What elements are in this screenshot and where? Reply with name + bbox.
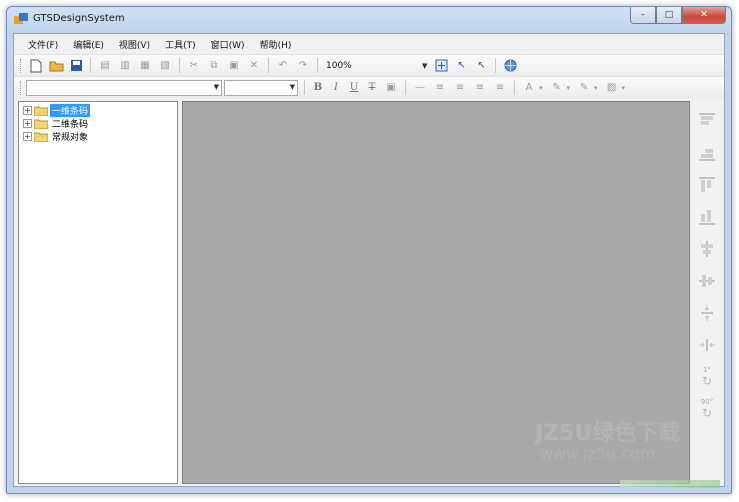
watermark-url: www.jz5u.com bbox=[540, 444, 656, 463]
folder-icon bbox=[34, 119, 48, 129]
window-title: GTSDesignSystem bbox=[33, 13, 125, 24]
toolbar-separator bbox=[268, 58, 269, 73]
rotate-icon: ↻ bbox=[701, 406, 713, 420]
toolbar-separator bbox=[179, 58, 180, 73]
align-left-icon[interactable]: ≡ bbox=[432, 80, 448, 96]
align-left-edge-icon[interactable] bbox=[695, 173, 719, 197]
menu-view[interactable]: 视图(V) bbox=[119, 38, 150, 51]
fill-color-icon[interactable]: ✎ bbox=[549, 80, 565, 96]
app-icon bbox=[14, 13, 28, 24]
zoom-dropdown-icon[interactable]: ▼ bbox=[422, 62, 427, 70]
zoom-in-icon[interactable]: ↖ bbox=[453, 58, 469, 74]
align-bottom-icon[interactable] bbox=[695, 141, 719, 165]
underline-button[interactable]: U bbox=[347, 82, 361, 93]
line-icon[interactable]: — bbox=[412, 80, 428, 96]
delete-icon[interactable]: ✕ bbox=[246, 58, 262, 74]
rotate-icon: ↻ bbox=[701, 374, 713, 388]
toolbar-grip[interactable] bbox=[20, 80, 23, 95]
maximize-button[interactable]: □ bbox=[656, 7, 682, 24]
toolbar-separator bbox=[514, 80, 515, 95]
chevron-down-icon: ▼ bbox=[213, 82, 219, 91]
font-name-combo[interactable]: ▼ bbox=[26, 79, 222, 96]
toolbar-separator bbox=[90, 58, 91, 73]
redo-icon[interactable]: ↷ bbox=[295, 58, 311, 74]
chevron-down-icon: ▼ bbox=[289, 82, 295, 91]
print-icon[interactable]: ▦ bbox=[137, 58, 153, 74]
print-preview-icon[interactable]: ▧ bbox=[157, 58, 173, 74]
toolbar-grip[interactable] bbox=[20, 58, 23, 73]
paste-icon[interactable]: ▣ bbox=[226, 58, 242, 74]
tree-label[interactable]: 常规对象 bbox=[50, 130, 90, 143]
distribute-horizontal-icon[interactable] bbox=[695, 333, 719, 357]
toolbar-separator bbox=[405, 80, 406, 95]
rotate-90-button[interactable]: 90° ↻ bbox=[695, 397, 719, 421]
tree-label[interactable]: 二维条码 bbox=[50, 117, 90, 130]
align-top-icon[interactable] bbox=[695, 109, 719, 133]
menu-file[interactable]: 文件(F) bbox=[28, 38, 58, 51]
center-horizontal-icon[interactable] bbox=[695, 269, 719, 293]
chevron-down-icon[interactable]: ▾ bbox=[622, 84, 626, 92]
text-box-icon[interactable]: ▣ bbox=[383, 80, 399, 96]
title-bar[interactable]: GTSDesignSystem – □ ✕ bbox=[7, 7, 731, 33]
expand-icon[interactable]: + bbox=[23, 106, 32, 115]
format-toolbar: ▼ ▼ B I U T ▣ — ≡ ≡ ≡ ≡ A ▾ ✎ ▾ ✎ ▾ ▨ ▾ bbox=[14, 76, 724, 98]
expand-icon[interactable]: + bbox=[23, 132, 32, 141]
save-icon[interactable] bbox=[68, 58, 84, 74]
rotate-90-label: 90° bbox=[700, 398, 714, 406]
minimize-button[interactable]: – bbox=[630, 7, 656, 24]
rotate-1-label: 1° bbox=[703, 366, 711, 374]
close-button[interactable]: ✕ bbox=[682, 7, 726, 24]
object-tree: + 一维条码 + 二维条码 + 常规对象 bbox=[18, 101, 178, 484]
globe-icon[interactable] bbox=[502, 58, 518, 74]
center-vertical-icon[interactable] bbox=[695, 237, 719, 261]
strikethrough-button[interactable]: T bbox=[365, 82, 379, 93]
fit-page-icon[interactable] bbox=[433, 58, 449, 74]
folder-icon bbox=[34, 132, 48, 142]
copy-icon[interactable]: ⧉ bbox=[206, 58, 222, 74]
menu-window[interactable]: 窗口(W) bbox=[211, 38, 245, 51]
bold-button[interactable]: B bbox=[311, 82, 325, 93]
rotate-1-button[interactable]: 1° ↻ bbox=[695, 365, 719, 389]
undo-icon[interactable]: ↶ bbox=[275, 58, 291, 74]
align-right-icon[interactable]: ≡ bbox=[472, 80, 488, 96]
folder-open-icon bbox=[34, 106, 48, 116]
window-controls: – □ ✕ bbox=[630, 7, 726, 24]
watermark-logo: JZ5U绿色下载 bbox=[535, 421, 681, 446]
alignment-toolbar: 1° ↻ 90° ↻ bbox=[692, 101, 722, 484]
copy-doc-icon[interactable]: ▥ bbox=[117, 58, 133, 74]
line-color-icon[interactable]: ✎ bbox=[576, 80, 592, 96]
main-toolbar: ▤ ▥ ▦ ▧ ✂ ⧉ ▣ ✕ ↶ ↷ 100% ▼ ↖ ↖ bbox=[14, 54, 724, 76]
chevron-down-icon[interactable]: ▾ bbox=[567, 84, 571, 92]
chevron-down-icon[interactable]: ▾ bbox=[594, 84, 598, 92]
border-style-icon[interactable]: ▨ bbox=[604, 80, 620, 96]
tree-label[interactable]: 一维条码 bbox=[50, 104, 91, 117]
tree-item-1d-barcode[interactable]: + 一维条码 bbox=[19, 104, 177, 117]
zoom-out-icon[interactable]: ↖ bbox=[473, 58, 489, 74]
cut-icon[interactable]: ✂ bbox=[186, 58, 202, 74]
toolbar-separator bbox=[317, 58, 318, 73]
zoom-select[interactable]: 100% bbox=[322, 61, 422, 71]
font-size-combo[interactable]: ▼ bbox=[224, 79, 298, 96]
italic-button[interactable]: I bbox=[329, 82, 343, 93]
align-right-edge-icon[interactable] bbox=[695, 205, 719, 229]
new-file-icon[interactable] bbox=[28, 58, 44, 74]
distribute-vertical-icon[interactable] bbox=[695, 301, 719, 325]
document-icon[interactable]: ▤ bbox=[97, 58, 113, 74]
menu-bar: 文件(F) 编辑(E) 视图(V) 工具(T) 窗口(W) 帮助(H) bbox=[14, 34, 724, 54]
tree-item-2d-barcode[interactable]: + 二维条码 bbox=[19, 117, 177, 130]
menu-edit[interactable]: 编辑(E) bbox=[73, 38, 104, 51]
font-color-icon[interactable]: A bbox=[521, 80, 537, 96]
align-center-icon[interactable]: ≡ bbox=[452, 80, 468, 96]
expand-icon[interactable]: + bbox=[23, 119, 32, 128]
toolbar-separator bbox=[304, 80, 305, 95]
toolbar-separator bbox=[495, 58, 497, 73]
menu-tools[interactable]: 工具(T) bbox=[165, 38, 196, 51]
open-folder-icon[interactable] bbox=[48, 58, 64, 74]
chevron-down-icon[interactable]: ▾ bbox=[539, 84, 543, 92]
tree-item-common-objects[interactable]: + 常规对象 bbox=[19, 130, 177, 143]
justify-icon[interactable]: ≡ bbox=[492, 80, 508, 96]
menu-help[interactable]: 帮助(H) bbox=[260, 38, 292, 51]
watermark-bar bbox=[620, 480, 720, 488]
